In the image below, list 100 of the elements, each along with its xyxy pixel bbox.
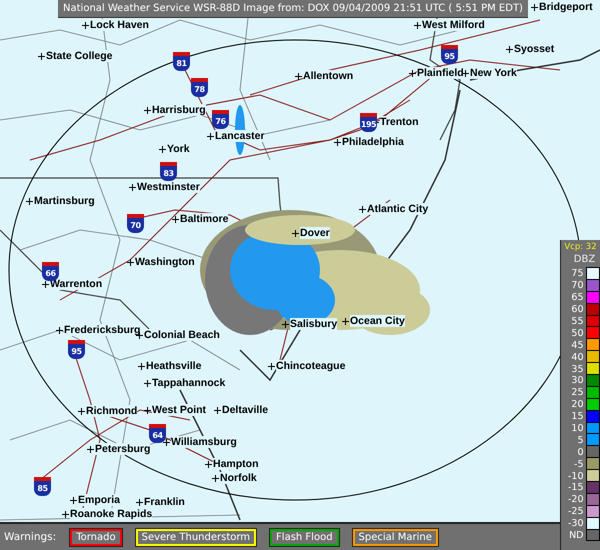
legend-value: 5	[576, 434, 584, 446]
city-label: Richmond	[86, 405, 138, 417]
city-marker-icon	[207, 132, 214, 140]
legend-value: -25	[566, 506, 584, 518]
legend-value: 35	[570, 364, 584, 375]
vcp-label: Vcp: 32	[564, 242, 597, 252]
city-marker-icon	[138, 362, 145, 370]
city-marker-icon	[414, 22, 421, 28]
city-label: Washington	[135, 256, 195, 268]
city-marker-icon	[205, 460, 212, 468]
city-label: Lancaster	[215, 130, 265, 142]
legend-value: 0	[576, 446, 584, 458]
legend-value: 55	[570, 316, 584, 327]
city-marker-icon	[212, 474, 219, 482]
city-label: Norfolk	[220, 472, 257, 484]
city-marker-icon	[26, 198, 33, 204]
city-label: Franklin	[144, 496, 185, 508]
interstate-shield: 66	[42, 262, 59, 281]
interstate-shield: 78	[191, 78, 208, 97]
unit-label: DBZ	[574, 254, 596, 265]
interstate-shield: 70	[127, 214, 144, 233]
city-label: Heathsville	[146, 360, 202, 372]
city-marker-icon	[506, 46, 513, 52]
city-label: Westminster	[137, 181, 200, 193]
city-marker-icon	[129, 184, 136, 190]
city-marker-icon	[295, 72, 302, 80]
city-marker-icon	[462, 70, 469, 76]
warning-button[interactable]: Severe Thunderstorm	[136, 528, 256, 546]
legend-value: 25	[570, 387, 584, 398]
city-marker-icon	[144, 406, 151, 414]
legend-value: 45	[570, 340, 584, 351]
interstate-shield: 195	[360, 113, 377, 132]
interstate-shield: 81	[173, 52, 190, 71]
city-label: Hampton	[213, 458, 258, 470]
legend-value: ND	[568, 530, 584, 542]
city-label: State College	[46, 50, 113, 62]
legend-value: 10	[570, 423, 584, 434]
city-marker-icon	[342, 318, 349, 324]
city-marker-icon	[82, 22, 89, 28]
legend-value: 30	[570, 375, 584, 386]
city-marker-icon	[38, 52, 45, 60]
city-label: Fredericksburg	[64, 324, 140, 336]
interstate-shield: 95	[441, 45, 458, 64]
legend-value: 50	[570, 328, 584, 339]
legend-value: 15	[570, 411, 584, 422]
city-label: New York	[470, 67, 517, 79]
city-label: Emporia	[78, 494, 120, 506]
city-marker-icon	[334, 138, 341, 146]
legend-value: -15	[566, 482, 584, 494]
legend-value: 70	[570, 280, 584, 292]
city-marker-icon	[531, 4, 538, 10]
city-label: Tappahannock	[152, 377, 226, 389]
interstate-shield: 83	[160, 162, 177, 181]
legend-value: 40	[570, 352, 584, 363]
city-marker-icon	[172, 216, 179, 222]
city-label: Colonial Beach	[144, 329, 220, 341]
city-marker-icon	[359, 206, 366, 212]
city-label: Chincoteague	[276, 360, 346, 372]
city-marker-icon	[56, 326, 63, 334]
city-marker-icon	[282, 320, 289, 328]
city-label: York	[167, 143, 190, 155]
legend-value: -10	[566, 470, 584, 482]
city-label: Dover	[300, 227, 330, 239]
interstate-shield: 64	[149, 424, 166, 443]
city-marker-icon	[214, 406, 221, 414]
city-marker-icon	[163, 438, 170, 446]
city-label: West Milford	[422, 19, 485, 31]
city-label: Warrenton	[50, 278, 102, 290]
city-label: Roanoke Rapids	[70, 508, 152, 520]
city-label: Plainfield	[417, 67, 464, 79]
city-label: Trenton	[380, 116, 418, 128]
city-marker-icon	[87, 446, 94, 452]
city-label: Bridgeport	[539, 1, 593, 13]
interstate-shield: 95	[68, 340, 85, 359]
interstate-shield: 76	[212, 110, 229, 129]
legend-value: -20	[566, 494, 584, 506]
warning-button[interactable]: Flash Flood	[270, 528, 339, 546]
city-marker-icon	[127, 258, 134, 266]
city-label: Williamsburg	[171, 436, 237, 448]
city-marker-icon	[268, 362, 275, 370]
city-marker-icon	[144, 380, 151, 386]
city-marker-icon	[62, 510, 69, 518]
city-label: Lock Haven	[90, 19, 149, 31]
city-label: Atlantic City	[367, 203, 428, 215]
image-title: National Weather Service WSR-88D Image from: DOX 09/04/2009 21:51 UTC ( 5:51 PM EDT)	[58, 0, 528, 18]
city-marker-icon	[78, 408, 85, 414]
city-marker-icon	[70, 496, 77, 504]
city-label: Petersburg	[95, 443, 150, 455]
legend-value: 20	[570, 399, 584, 410]
city-label: Salisbury	[290, 318, 338, 330]
legend-value: -30	[566, 518, 584, 530]
legend-value: 65	[570, 292, 584, 304]
city-marker-icon	[42, 280, 49, 288]
city-marker-icon	[409, 70, 416, 76]
city-marker-icon	[159, 146, 166, 152]
warning-button[interactable]: Tornado	[70, 528, 122, 546]
city-label: Philadelphia	[342, 136, 404, 148]
warning-button[interactable]: Special Marine	[352, 528, 438, 546]
warnings-label: Warnings:	[4, 531, 56, 543]
legend-value: -5	[573, 458, 584, 470]
